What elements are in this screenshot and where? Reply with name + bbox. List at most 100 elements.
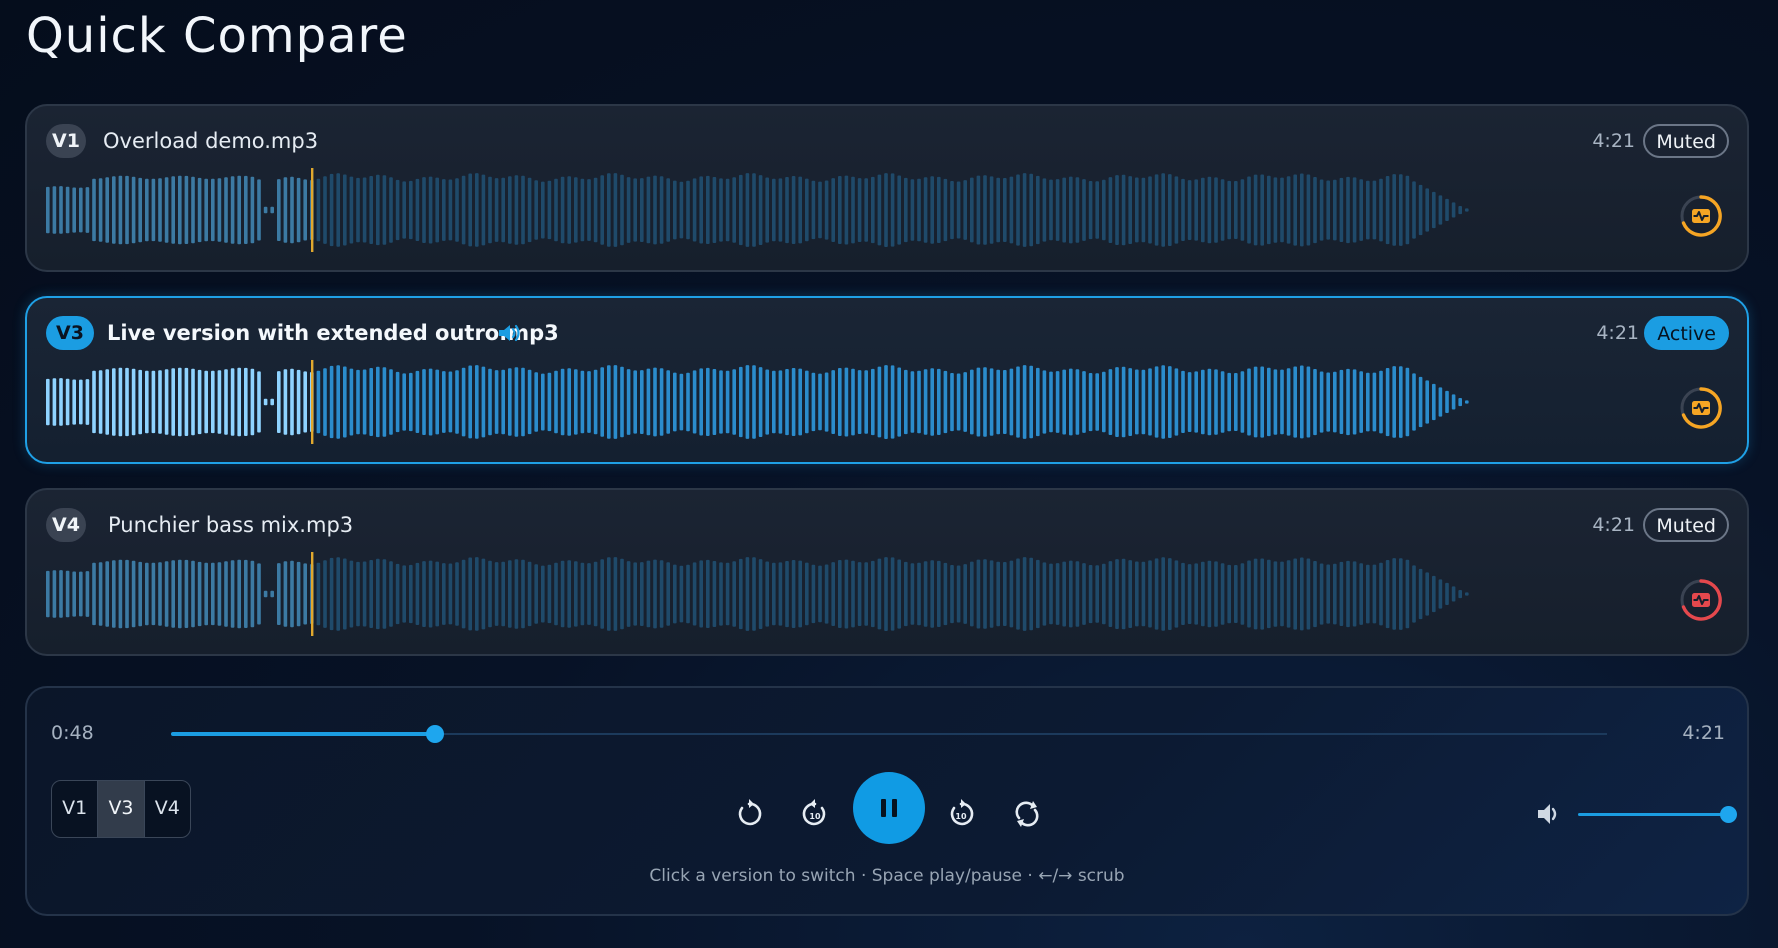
analysis-ring-icon[interactable] <box>1679 386 1723 430</box>
waveform-bar <box>937 368 941 435</box>
waveform-bar <box>956 565 961 623</box>
analysis-ring-icon[interactable] <box>1679 578 1723 622</box>
waveform-bar <box>336 173 340 247</box>
waveform-bar <box>435 561 439 627</box>
waveform-bar <box>1075 561 1080 627</box>
waveform-bar <box>501 177 505 243</box>
waveform-bar <box>270 206 274 214</box>
version-button-v4[interactable]: V4 <box>145 781 190 837</box>
waveform-bar <box>613 173 618 247</box>
waveform-bar <box>574 369 578 435</box>
waveform-bar <box>290 176 294 244</box>
track-card-v3[interactable]: V3 Live version with extended outro.mp3 … <box>25 296 1749 464</box>
waveform-bar <box>191 176 195 244</box>
volume-icon[interactable] <box>1535 800 1563 828</box>
waveform-bar <box>296 561 301 627</box>
waveform-bar <box>1352 369 1357 435</box>
scrub-handle[interactable] <box>426 725 445 743</box>
pause-button[interactable] <box>853 772 925 844</box>
waveform-bar <box>1135 369 1139 435</box>
waveform-bar <box>118 175 123 245</box>
waveform-bar <box>640 562 644 626</box>
waveform-bar <box>791 368 796 436</box>
waveform-bar <box>118 559 123 629</box>
waveform-bar <box>237 559 241 629</box>
waveform-bar <box>923 369 928 435</box>
track-filename: Live version with extended outro.mp3 <box>107 321 559 345</box>
waveform-bar <box>923 177 928 243</box>
waveform-bar <box>356 177 360 243</box>
current-time: 0:48 <box>51 722 94 744</box>
waveform[interactable] <box>46 168 1666 252</box>
waveform-bar <box>877 366 882 438</box>
track-card-v4[interactable]: V4 Punchier bass mix.mp3 4:21 Muted <box>25 488 1749 656</box>
waveform-bar <box>1372 180 1377 240</box>
waveform-bar <box>389 561 393 627</box>
waveform-bar <box>910 179 915 241</box>
waveform-bar <box>1339 177 1344 242</box>
status-badge[interactable]: Muted <box>1643 124 1729 158</box>
waveform-bar <box>1108 369 1113 435</box>
loop-icon[interactable] <box>1011 798 1043 830</box>
waveform-bar <box>1253 174 1258 246</box>
waveform-bar <box>910 563 915 625</box>
waveform-bar <box>976 559 981 629</box>
waveform[interactable] <box>46 360 1666 444</box>
forward-10-icon[interactable]: 10 <box>945 798 977 830</box>
waveform-bar <box>1372 372 1377 432</box>
waveform-bar <box>1009 368 1014 436</box>
playhead[interactable] <box>311 168 314 252</box>
scrub-bar[interactable] <box>171 725 1607 743</box>
waveform-bar <box>1062 561 1066 627</box>
waveform-bar <box>1293 558 1297 630</box>
waveform-bar <box>494 370 499 434</box>
waveform-bar <box>943 370 948 434</box>
waveform-bar <box>105 561 109 627</box>
waveform-bar <box>1366 180 1370 240</box>
waveform-bar <box>587 371 591 433</box>
waveform-bar <box>1102 179 1106 241</box>
waveform-bar <box>1405 367 1410 437</box>
waveform-bar <box>138 177 142 243</box>
waveform-bar <box>1425 380 1429 424</box>
waveform-bar <box>851 176 855 244</box>
speaker-playing-icon <box>499 324 520 342</box>
playhead[interactable] <box>311 360 314 444</box>
waveform-bar <box>455 178 459 242</box>
analysis-ring-icon[interactable] <box>1679 194 1723 238</box>
rewind-10-icon[interactable]: 10 <box>799 798 831 830</box>
waveform-bar <box>838 176 842 244</box>
waveform-bar <box>930 560 934 628</box>
waveform-bar <box>92 562 96 626</box>
waveform-bar <box>824 180 829 240</box>
waveform-bar <box>1425 188 1429 232</box>
waveform-bar <box>461 367 466 437</box>
version-button-v1[interactable]: V1 <box>52 781 99 837</box>
waveform-bar <box>1346 560 1350 628</box>
waveform-bar <box>1016 174 1020 246</box>
volume-slider[interactable] <box>1578 806 1737 823</box>
waveform-bar <box>395 179 400 241</box>
waveform-bar <box>448 563 453 625</box>
waveform-bar <box>362 369 367 435</box>
waveform-bar <box>521 559 525 629</box>
waveform-bar <box>1306 366 1311 438</box>
waveform-bar <box>1201 561 1205 627</box>
waveform-bar <box>1286 560 1291 628</box>
waveform-bar <box>283 561 288 627</box>
restart-icon[interactable] <box>733 798 765 830</box>
waveform-bar <box>1055 563 1060 625</box>
waveform-bar <box>646 560 651 628</box>
track-card-v1[interactable]: V1 Overload demo.mp3 4:21 Muted <box>25 104 1749 272</box>
playhead[interactable] <box>311 552 314 636</box>
waveform-bar <box>1174 368 1179 436</box>
waveform[interactable] <box>46 552 1666 636</box>
version-button-v3[interactable]: V3 <box>98 781 145 837</box>
waveform-bar <box>897 175 901 245</box>
status-badge[interactable]: Muted <box>1643 508 1729 542</box>
waveform-bar <box>844 559 849 629</box>
waveform-bar <box>131 368 136 436</box>
status-badge[interactable]: Active <box>1644 316 1729 350</box>
volume-handle[interactable] <box>1720 806 1737 823</box>
waveform-bar <box>1095 565 1099 623</box>
